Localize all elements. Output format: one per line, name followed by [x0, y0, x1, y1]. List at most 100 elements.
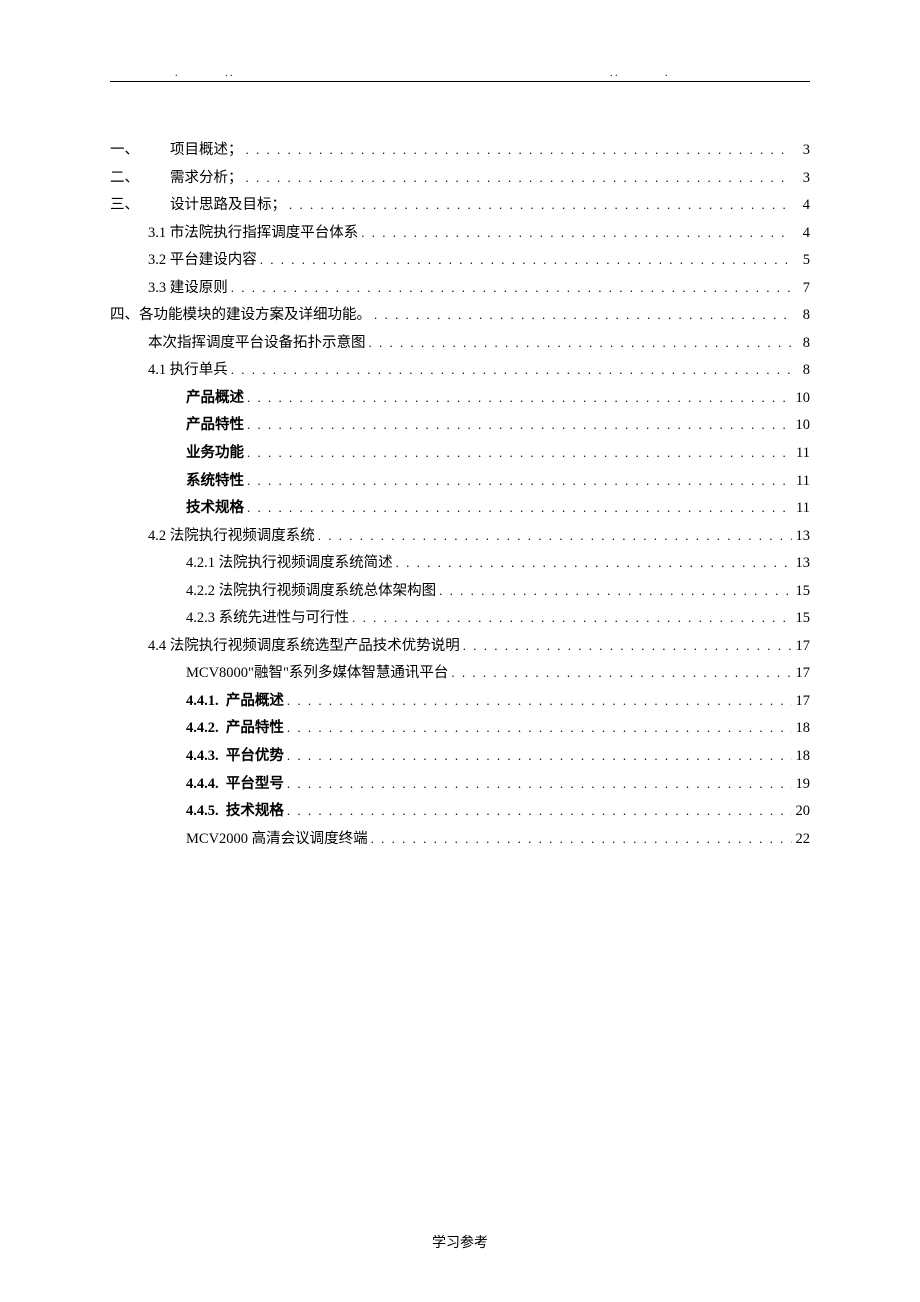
toc-page-number: 18: [792, 743, 810, 771]
toc-leader-dots: [244, 496, 792, 521]
toc-page-number: 8: [792, 330, 810, 358]
toc-page-number: 17: [792, 688, 810, 716]
toc-number: 二、: [110, 165, 170, 193]
toc-page-number: 3: [792, 165, 810, 193]
toc-number: 4.1: [148, 357, 166, 385]
toc-page-number: 18: [792, 715, 810, 743]
toc-label: 技术规格: [186, 495, 244, 523]
toc-entry: 4.4.5. 技术规格 20: [110, 798, 810, 826]
toc-label: 执行单兵: [170, 357, 228, 385]
toc-leader-dots: [284, 772, 792, 797]
toc-number: 4.2.3: [186, 605, 215, 633]
toc-number: 一、: [110, 137, 170, 165]
toc-page-number: 8: [792, 357, 810, 385]
toc-leader-dots: [244, 469, 792, 494]
toc-gap: [219, 715, 226, 743]
toc-leader-dots: [284, 689, 792, 714]
toc-leader-dots: [284, 744, 792, 769]
toc-label: 系统先进性与可行性: [219, 605, 350, 633]
toc-leader-dots: [286, 193, 792, 218]
toc-entry: 4.4.1. 产品概述17: [110, 688, 810, 716]
toc-page-number: 4: [792, 220, 810, 248]
toc-leader-dots: [315, 524, 792, 549]
toc-entry: 4.4 法院执行视频调度系统选型产品技术优势说明17: [110, 633, 810, 661]
toc-label: 本次指挥调度平台设备拓扑示意图: [148, 330, 366, 358]
toc-label: 产品特性: [186, 412, 244, 440]
toc-leader-dots: [228, 358, 792, 383]
toc-label: 法院执行视频调度系统总体架构图: [219, 578, 437, 606]
page-footer: 学习参考: [0, 1232, 920, 1252]
toc-page-number: 15: [792, 578, 810, 606]
toc-number: 4.4: [148, 633, 166, 661]
toc-entry: 一、项目概述；3: [110, 137, 810, 165]
toc-gap: [219, 688, 226, 716]
header-rule: . . . . . .: [110, 70, 810, 82]
toc-page-number: 20: [792, 798, 810, 826]
toc-leader-dots: [284, 799, 792, 824]
toc-page-number: 3: [792, 137, 810, 165]
toc-leader-dots: [284, 716, 792, 741]
toc-label: MCV2000 高清会议调度终端: [186, 826, 368, 854]
toc-entry: 4.2.2 法院执行视频调度系统总体架构图 15: [110, 578, 810, 606]
toc-number: 4.4.2.: [186, 715, 219, 743]
toc-number: 4.4.5.: [186, 798, 219, 826]
toc-page-number: 17: [792, 633, 810, 661]
toc-entry: 4.2.3 系统先进性与可行性 15: [110, 605, 810, 633]
toc-gap: [219, 798, 226, 826]
toc-number: 4.2.2: [186, 578, 215, 606]
toc-page-number: 11: [792, 440, 810, 468]
toc-page-number: 5: [792, 247, 810, 275]
toc-entry: 系统特性11: [110, 468, 810, 496]
toc-page-number: 11: [792, 495, 810, 523]
toc-leader-dots: [368, 827, 792, 852]
toc-leader-dots: [371, 303, 792, 328]
toc-leader-dots: [436, 579, 792, 604]
table-of-contents: 一、项目概述；3二、需求分析；3三、设计思路及目标；43.1 市法院执行指挥调度…: [110, 137, 810, 853]
toc-number: 3.3: [148, 275, 166, 303]
document-page: . . . . . . 一、项目概述；3二、需求分析；3三、设计思路及目标；43…: [0, 0, 920, 1302]
toc-entry: 产品特性 10: [110, 412, 810, 440]
toc-label: 技术规格: [226, 798, 284, 826]
toc-label: 需求分析；: [170, 165, 243, 193]
toc-leader-dots: [460, 634, 792, 659]
header-mark: . .: [610, 68, 618, 79]
toc-page-number: 10: [792, 385, 810, 413]
toc-number: 4.4.4.: [186, 771, 219, 799]
toc-leader-dots: [244, 386, 792, 411]
toc-entry: 4.4.4. 平台型号19: [110, 771, 810, 799]
toc-leader-dots: [244, 441, 792, 466]
toc-label: 法院执行视频调度系统: [170, 523, 315, 551]
toc-entry: 4.4.2. 产品特性 18: [110, 715, 810, 743]
toc-page-number: 15: [792, 605, 810, 633]
toc-label: 平台型号: [226, 771, 284, 799]
toc-leader-dots: [358, 221, 792, 246]
toc-entry: 技术规格 11: [110, 495, 810, 523]
toc-label: 法院执行视频调度系统简述: [219, 550, 393, 578]
toc-leader-dots: [228, 276, 792, 301]
toc-entry: 4.2.1 法院执行视频调度系统简述13: [110, 550, 810, 578]
toc-leader-dots: [366, 331, 793, 356]
toc-leader-dots: [349, 606, 792, 631]
toc-number: 3.1: [148, 220, 166, 248]
toc-page-number: 7: [792, 275, 810, 303]
toc-label: 各功能模块的建设方案及详细功能。: [139, 302, 371, 330]
toc-entry: 业务功能11: [110, 440, 810, 468]
toc-entry: 本次指挥调度平台设备拓扑示意图 8: [110, 330, 810, 358]
toc-entry: MCV8000"融智"系列多媒体智慧通讯平台17: [110, 660, 810, 688]
toc-number: 四、: [110, 302, 139, 330]
toc-number: 4.4.1.: [186, 688, 219, 716]
toc-leader-dots: [243, 138, 793, 163]
toc-page-number: 4: [792, 192, 810, 220]
toc-page-number: 8: [792, 302, 810, 330]
toc-number: 3.2: [148, 247, 166, 275]
toc-page-number: 10: [792, 412, 810, 440]
toc-leader-dots: [393, 551, 792, 576]
toc-entry: 3.3 建设原则7: [110, 275, 810, 303]
toc-leader-dots: [243, 166, 793, 191]
toc-page-number: 13: [792, 550, 810, 578]
header-mark: .: [175, 68, 178, 79]
toc-label: 平台建设内容: [170, 247, 257, 275]
toc-gap: [219, 771, 226, 799]
toc-label: 产品特性: [226, 715, 284, 743]
toc-label: 平台优势: [226, 743, 284, 771]
